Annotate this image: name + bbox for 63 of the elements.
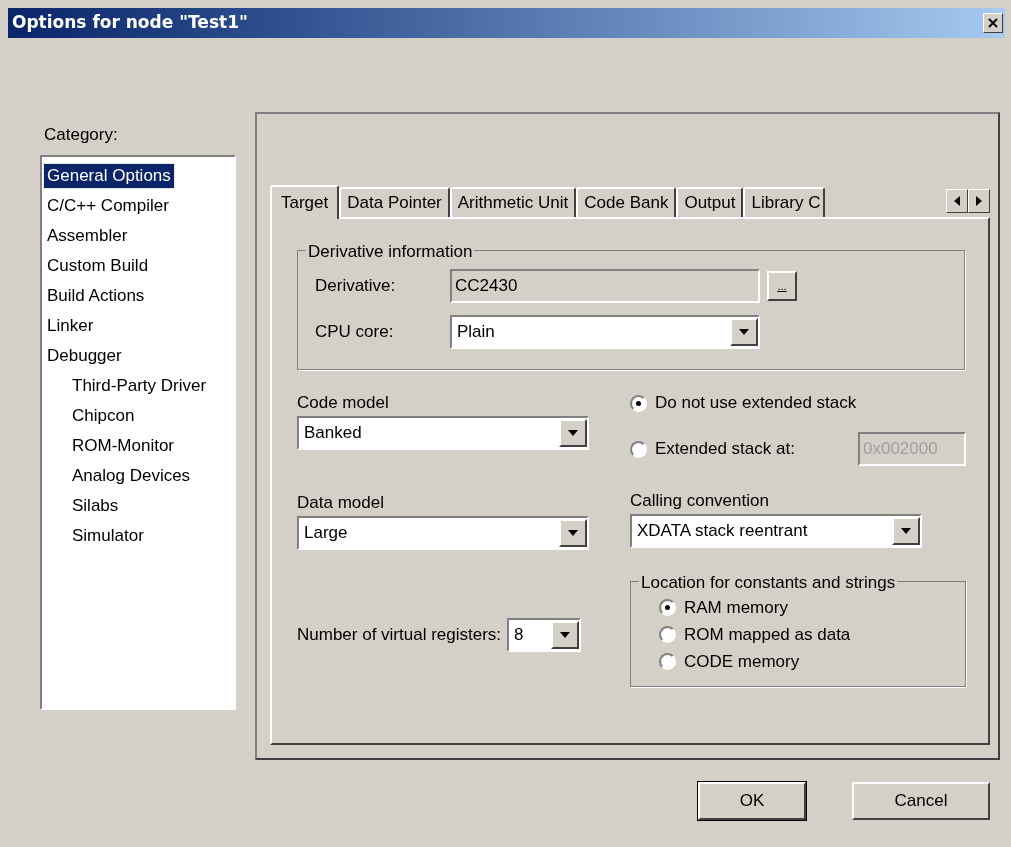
close-icon xyxy=(988,18,998,28)
category-item[interactable]: Build Actions xyxy=(44,284,148,308)
ok-button[interactable]: OK xyxy=(698,782,806,820)
field-label: Number of virtual registers: xyxy=(297,624,502,647)
radio-button[interactable] xyxy=(630,394,647,412)
left-arrow-icon xyxy=(954,196,960,206)
down-arrow-icon xyxy=(739,329,749,335)
field-label: Derivative: xyxy=(315,275,397,298)
code-model-dropdown[interactable]: Banked xyxy=(297,416,589,450)
category-item[interactable]: Custom Build xyxy=(44,254,152,278)
calling-convention-dropdown[interactable]: XDATA stack reentrant xyxy=(630,514,922,548)
tab[interactable]: Target xyxy=(270,185,340,219)
radio-label[interactable]: Extended stack at: xyxy=(655,436,795,462)
radio-label[interactable]: CODE memory xyxy=(684,648,800,675)
window-title: Options for node "Test1" xyxy=(12,11,248,35)
category-item[interactable]: Linker xyxy=(44,314,97,338)
down-arrow-icon xyxy=(560,632,571,638)
virtual-registers-dropdown[interactable]: 8 xyxy=(507,618,582,652)
right-arrow-icon xyxy=(976,196,982,206)
radio-label[interactable]: ROM mapped as data xyxy=(684,621,851,648)
category-item[interactable]: Simulator xyxy=(69,524,147,548)
dropdown-arrow-button[interactable] xyxy=(551,621,580,649)
tab[interactable]: Data Pointer xyxy=(339,187,450,217)
radio-button[interactable] xyxy=(659,599,676,616)
tab[interactable]: Library C xyxy=(743,187,826,217)
derivative-field[interactable]: CC2430 xyxy=(450,269,760,303)
cpu-core-dropdown[interactable]: Plain xyxy=(450,315,760,349)
category-list[interactable]: General Options C/C++ Compiler Assembler Custom Build Build Actions Linker Debugger Third-Party Driver Chipcon ROM-Monitor Analog Devices Silabs Simulator xyxy=(40,155,236,710)
dropdown-arrow-button[interactable] xyxy=(559,419,587,447)
cancel-button[interactable]: Cancel xyxy=(852,782,990,820)
category-item[interactable]: Third-Party Driver xyxy=(69,374,210,398)
category-item[interactable]: Debugger xyxy=(44,344,125,368)
radio-button[interactable] xyxy=(630,440,647,458)
scroll-left-button[interactable] xyxy=(946,189,968,213)
browse-button[interactable]: ... xyxy=(767,271,797,301)
tab[interactable]: Arithmetic Unit xyxy=(449,187,577,217)
tab[interactable]: Output xyxy=(676,187,744,217)
data-model-dropdown[interactable]: Large xyxy=(297,516,589,550)
scroll-right-button[interactable] xyxy=(968,189,990,213)
down-arrow-icon xyxy=(901,528,911,534)
field-label: Calling convention xyxy=(630,490,770,512)
close-button[interactable] xyxy=(983,13,1003,33)
dropdown-arrow-button[interactable] xyxy=(559,519,587,547)
dropdown-arrow-button[interactable] xyxy=(730,318,758,346)
dropdown-arrow-button[interactable] xyxy=(892,517,920,545)
category-item[interactable]: Analog Devices xyxy=(69,464,194,488)
category-label: Category: xyxy=(43,124,119,146)
down-arrow-icon xyxy=(568,430,578,436)
field-label: CPU core: xyxy=(315,321,395,344)
field-label: Data model xyxy=(297,492,385,514)
category-item[interactable]: C/C++ Compiler xyxy=(44,194,172,218)
down-arrow-icon xyxy=(568,530,578,536)
radio-button[interactable] xyxy=(659,626,676,643)
radio-label[interactable]: RAM memory xyxy=(684,594,788,621)
tab[interactable]: Code Bank xyxy=(576,187,677,217)
category-item[interactable]: Chipcon xyxy=(69,404,138,428)
category-item[interactable]: General Options xyxy=(44,164,174,188)
radio-label[interactable]: Do not use extended stack xyxy=(655,390,857,416)
category-item[interactable]: Assembler xyxy=(44,224,131,248)
category-item[interactable]: ROM-Monitor xyxy=(69,434,177,458)
field-label: Code model xyxy=(297,392,390,414)
category-item[interactable]: Silabs xyxy=(69,494,122,518)
radio-button[interactable] xyxy=(659,653,676,670)
